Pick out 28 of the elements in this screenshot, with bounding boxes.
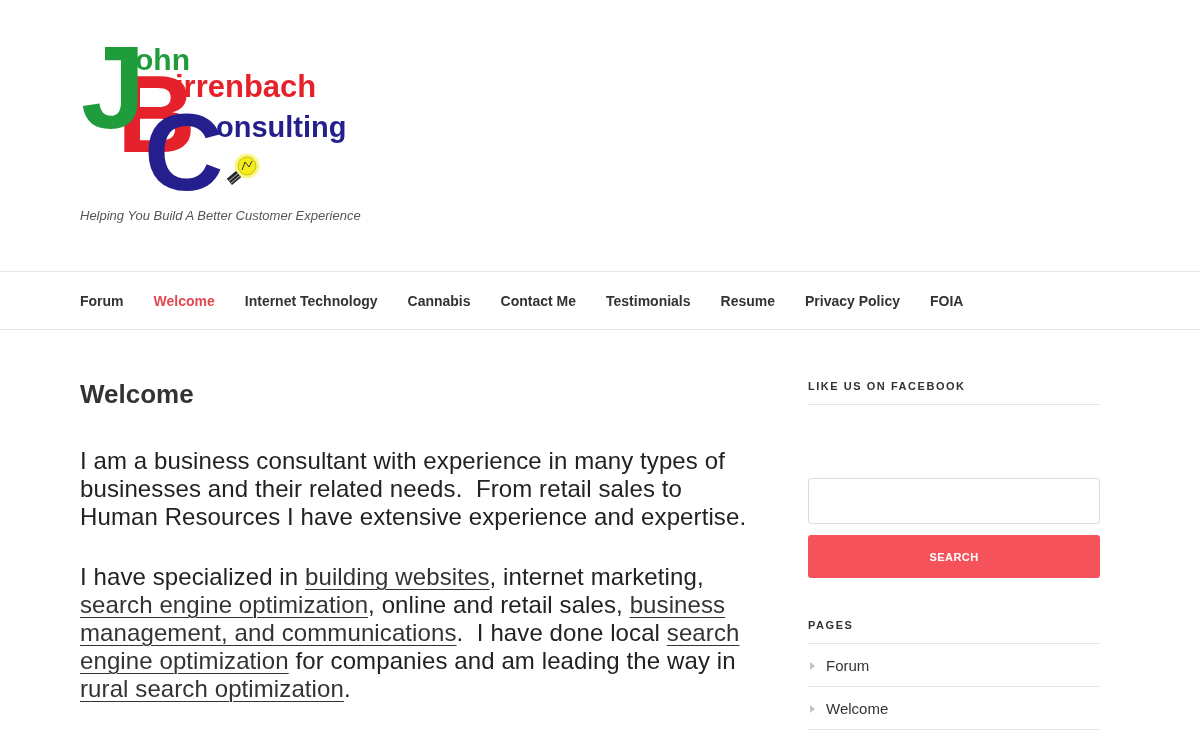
nav-link[interactable]: Testimonials — [606, 292, 691, 309]
lightbulb-icon — [226, 153, 260, 187]
nav-link[interactable]: Cannabis — [407, 292, 471, 309]
text-link[interactable]: rural search optimization — [80, 675, 344, 702]
page-link[interactable]: Forum — [826, 654, 870, 677]
caret-icon — [810, 661, 815, 670]
page-link[interactable]: Welcome — [826, 697, 889, 720]
widget-title: LIKE US ON FACEBOOK — [808, 378, 1100, 405]
nav-link[interactable]: Resume — [720, 292, 775, 309]
widget-title: PAGES — [808, 617, 1100, 644]
text-link[interactable]: engine optimization — [80, 647, 289, 674]
search-field[interactable] — [808, 478, 1100, 524]
page-title: Welcome — [80, 378, 195, 410]
caret-icon — [810, 704, 815, 713]
nav-link[interactable]: Forum — [80, 292, 124, 309]
text-link[interactable]: search engine optimization — [80, 591, 369, 618]
nav-link[interactable]: Internet Technology — [244, 292, 378, 309]
nav-link[interactable]: Contact Me — [500, 292, 576, 309]
paragraph: I am a business consultant with experience in many types of businesses and their related needs. From retail sales to Human Resources I have extensive experience and expertise. — [80, 447, 748, 531]
nav-link[interactable]: FOIA — [929, 292, 964, 309]
text-link[interactable]: management, and communications — [80, 619, 457, 646]
text-link[interactable]: search — [666, 619, 740, 646]
text-link[interactable]: business — [629, 591, 726, 618]
nav-link[interactable]: Privacy Policy — [805, 292, 900, 309]
text-link[interactable]: building websites — [305, 563, 490, 590]
paragraph: I have specialized in building websites, internet marketing, search engine optimization, online and retail sales, business management, and communications. I have done local search engine optimization for companies and am leading the way in rural search optimization. — [80, 563, 741, 703]
site-tagline: Helping You Build A Better Customer Experience — [80, 207, 361, 225]
nav-link[interactable]: Welcome — [153, 292, 215, 309]
